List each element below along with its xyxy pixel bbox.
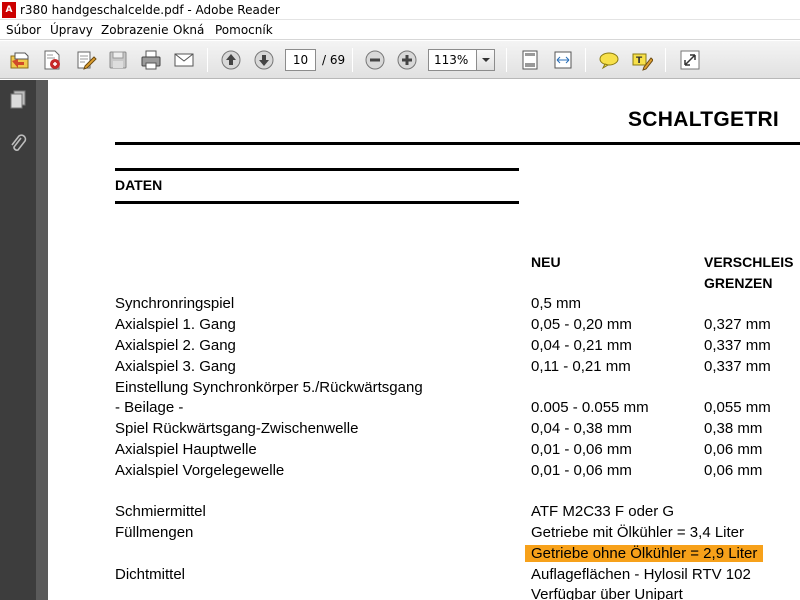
document-page: SCHALTGETRI DATEN NEU VERSCHLEIS GRENZEN… [48, 80, 800, 600]
menu-edit[interactable]: Úpravy [50, 23, 93, 37]
row-new-value: 0,01 - 0,06 mm [531, 441, 632, 458]
attachment-icon[interactable] [6, 132, 30, 156]
menu-bar: Súbor Úpravy Zobrazenie Okná Pomocník [0, 20, 800, 40]
navigation-pane [0, 80, 36, 600]
row-label: Axialspiel 1. Gang [115, 316, 236, 333]
section-rule-top [115, 168, 519, 171]
row-wear-value: 0,055 mm [704, 399, 771, 416]
row-wear-value: 0,06 mm [704, 462, 763, 479]
section-rule-bottom [115, 201, 519, 204]
document-title: SCHALTGETRI [628, 108, 780, 131]
fit-width-icon[interactable] [551, 48, 575, 72]
row-new-value: 0,11 - 0,21 mm [531, 358, 631, 375]
row-label: Axialspiel Hauptwelle [115, 441, 257, 458]
row-wear-value: 0,337 mm [704, 358, 771, 375]
title-bar: A r380 handgeschalcelde.pdf - Adobe Read… [0, 0, 800, 20]
page-number-input[interactable]: 10 [285, 49, 316, 71]
highlight-text-icon[interactable]: T [630, 48, 654, 72]
row-wear-value: 0,327 mm [704, 316, 771, 333]
svg-text:T: T [636, 56, 643, 66]
row-new-value: 0,04 - 0,21 mm [531, 337, 632, 354]
column-header-new: NEU [531, 254, 561, 270]
row-new-value: 0,05 - 0,20 mm [531, 316, 632, 333]
chevron-down-icon[interactable] [476, 50, 494, 70]
row-wear-value: 0,06 mm [704, 441, 763, 458]
row-label: Synchronringspiel [115, 295, 235, 312]
row-label: Axialspiel Vorgelegewelle [115, 462, 285, 479]
zoom-select[interactable]: 113% [428, 49, 495, 71]
row-label: Schmiermittel [115, 503, 206, 520]
row-label: - Beilage - [115, 399, 184, 416]
menu-window[interactable]: Okná [173, 23, 204, 37]
row-value: Getriebe mit Ölkühler = 3,4 Liter [531, 524, 745, 541]
print-icon[interactable] [139, 48, 163, 72]
pages-icon[interactable] [6, 88, 30, 112]
section-heading: DATEN [115, 177, 163, 193]
edit-icon[interactable] [74, 48, 98, 72]
toolbar-separator [506, 48, 507, 72]
column-header-wear-1: VERSCHLEIS [704, 254, 794, 270]
next-page-icon[interactable] [252, 48, 276, 72]
zoom-in-icon[interactable] [395, 48, 419, 72]
expand-icon[interactable] [678, 48, 702, 72]
save-icon[interactable] [106, 48, 130, 72]
menu-help[interactable]: Pomocník [215, 23, 273, 37]
zoom-value: 113% [434, 53, 469, 67]
toolbar-separator [207, 48, 208, 72]
email-icon[interactable] [172, 48, 196, 72]
adobe-reader-icon: A [2, 2, 16, 18]
row-label: Einstellung Synchronkörper 5./Rückwärtsg… [115, 379, 423, 396]
row-label: Füllmengen [115, 524, 194, 541]
page-total: / 69 [322, 53, 346, 67]
zoom-out-icon[interactable] [363, 48, 387, 72]
menu-file[interactable]: Súbor [6, 23, 41, 37]
menu-view[interactable]: Zobrazenie [101, 23, 168, 37]
toolbar: 10 / 69 113% T [0, 41, 800, 79]
create-pdf-icon[interactable] [40, 48, 64, 72]
window-title: r380 handgeschalcelde.pdf - Adobe Reader [20, 3, 280, 17]
column-header-wear-2: GRENZEN [704, 275, 773, 291]
row-wear-value: 0,337 mm [704, 337, 771, 354]
row-value: Verfügbar über Unipart [531, 586, 683, 600]
toolbar-separator [665, 48, 666, 72]
toolbar-separator [585, 48, 586, 72]
row-label: Axialspiel 2. Gang [115, 337, 236, 354]
comment-icon[interactable] [597, 48, 621, 72]
row-new-value: 0,04 - 0,38 mm [531, 420, 632, 437]
row-new-value: 0,01 - 0,06 mm [531, 462, 632, 479]
text-highlight[interactable]: Getriebe ohne Ölkühler = 2,9 Liter [525, 545, 764, 562]
highlighted-value: Getriebe ohne Ölkühler = 2,9 Liter [525, 544, 764, 564]
row-label: Spiel Rückwärtsgang-Zwischenwelle [115, 420, 359, 437]
prev-page-icon[interactable] [219, 48, 243, 72]
row-label: Axialspiel 3. Gang [115, 358, 236, 375]
row-label: Dichtmittel [115, 566, 186, 583]
pane-gutter [36, 80, 48, 600]
row-new-value: 0.005 - 0.055 mm [531, 399, 649, 416]
row-value: Auflageflächen - Hylosil RTV 102 [531, 566, 751, 583]
fit-page-icon[interactable] [518, 48, 542, 72]
row-wear-value: 0,38 mm [704, 420, 763, 437]
title-rule [115, 142, 800, 145]
toolbar-separator [352, 48, 353, 72]
row-value: ATF M2C33 F oder G [531, 503, 675, 520]
open-icon[interactable] [8, 48, 32, 72]
row-new-value: 0,5 mm [531, 295, 582, 312]
